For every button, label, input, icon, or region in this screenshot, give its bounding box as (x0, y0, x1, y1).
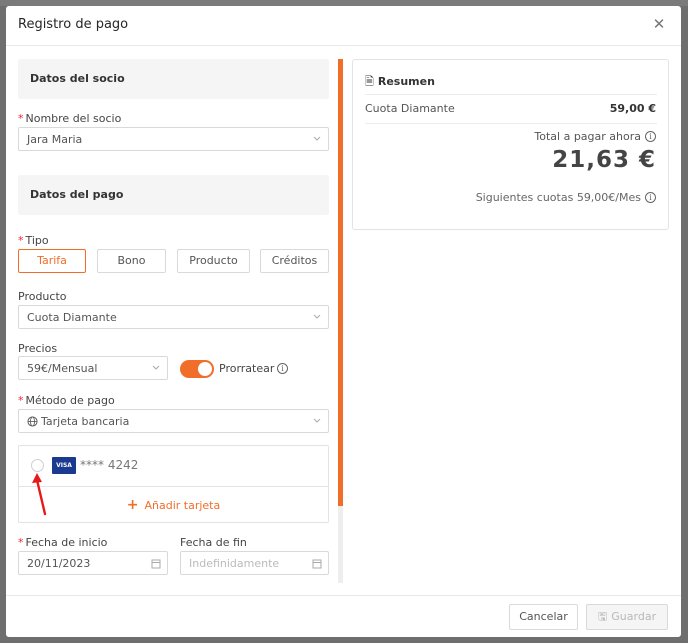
payment-form: Datos del socio * Nombre del socio Jara M… (18, 59, 329, 586)
divider (365, 123, 657, 124)
cancel-button[interactable]: Cancelar (509, 604, 578, 630)
member-select-value: Jara Maria (27, 133, 83, 146)
product-select-value: Cuota Diamante (27, 311, 117, 324)
close-icon[interactable]: ✕ (649, 14, 669, 34)
payment-method-select[interactable]: Tarjeta bancaria (18, 409, 329, 433)
info-icon[interactable]: i (277, 363, 288, 374)
annotation-arrow (32, 473, 47, 516)
info-icon[interactable]: i (645, 131, 656, 142)
visa-icon: VISA (52, 457, 76, 474)
divider (365, 94, 657, 95)
save-button[interactable]: 🖫 Guardar (586, 604, 668, 630)
summary-line-value: 59,00 € (609, 102, 656, 115)
payment-modal: Registro de pago ✕ Datos del socio * Nomb… (6, 6, 681, 637)
payment-section-title: Datos del pago (30, 188, 124, 201)
prorate-toggle[interactable] (180, 360, 214, 378)
product-label: Producto (18, 290, 67, 303)
add-card-label: Añadir tarjeta (144, 499, 221, 512)
start-date-label: * Fecha de inicio (18, 536, 108, 549)
member-section-title: Datos del socio (30, 72, 125, 85)
type-producto-button[interactable]: Producto (177, 249, 250, 273)
type-selector: Tarifa Bono Producto Créditos (18, 249, 329, 273)
next-fees-text: Siguientes cuotas 59,00€/Mes (475, 191, 641, 204)
save-label: Guardar (611, 610, 657, 623)
chevron-down-icon (313, 418, 321, 423)
required-marker: * (18, 394, 24, 407)
summary-line-label: Cuota Diamante (365, 102, 455, 115)
chevron-down-icon (313, 314, 321, 319)
end-date-label: Fecha de fin (180, 536, 247, 549)
type-label: * Tipo (18, 234, 49, 247)
modal-title: Registro de pago (18, 17, 129, 32)
card-list: VISA **** 4242 + Añadir tarjeta (18, 445, 329, 523)
type-bono-button[interactable]: Bono (97, 249, 166, 273)
start-date-value: 20/11/2023 (27, 557, 91, 570)
prices-label: Precios (18, 342, 58, 355)
toggle-knob (198, 362, 212, 376)
payment-section-header: Datos del pago (18, 175, 329, 215)
chevron-down-icon (313, 136, 321, 141)
prices-select-value: 59€/Mensual (27, 362, 98, 375)
summary-title: 🗎 Resumen (365, 75, 435, 88)
member-section-header: Datos del socio (18, 59, 329, 99)
card-number: **** 4242 (80, 458, 139, 472)
required-marker: * (18, 234, 24, 247)
prices-select[interactable]: 59€/Mensual (18, 356, 168, 380)
scrollbar-thumb[interactable] (338, 59, 343, 506)
plus-icon: + (126, 497, 139, 513)
start-date-input[interactable]: 20/11/2023 (18, 551, 168, 575)
document-icon: 🗎 (365, 75, 374, 88)
product-select[interactable]: Cuota Diamante (18, 305, 329, 329)
total-label: Total a pagar ahora (534, 130, 641, 143)
calendar-icon (151, 559, 161, 569)
type-tarifa-button[interactable]: Tarifa (18, 249, 86, 273)
summary-panel: 🗎 Resumen Cuota Diamante 59,00 € Total a … (352, 59, 669, 230)
add-card-button[interactable]: + Añadir tarjeta (19, 487, 328, 523)
prorate-label: Prorratear (219, 362, 275, 375)
end-date-placeholder: Indefinidamente (189, 557, 280, 570)
calendar-icon (312, 559, 322, 569)
member-label: * Nombre del socio (18, 112, 122, 125)
chevron-down-icon (152, 365, 160, 370)
payment-method-value: Tarjeta bancaria (41, 415, 130, 428)
payment-method-label: * Método de pago (18, 394, 115, 407)
required-marker: * (18, 536, 24, 549)
member-select[interactable]: Jara Maria (18, 127, 329, 151)
end-date-input[interactable]: Indefinidamente (180, 551, 329, 575)
globe-icon (27, 416, 38, 427)
modal-footer: Cancelar 🖫 Guardar (6, 595, 681, 637)
total-amount: 21,63 € (552, 147, 656, 173)
save-icon: 🖫 (597, 610, 608, 623)
info-icon[interactable]: i (645, 192, 656, 203)
required-marker: * (18, 112, 24, 125)
type-creditos-button[interactable]: Créditos (260, 249, 329, 273)
saved-card-row[interactable]: VISA **** 4242 (19, 446, 328, 487)
modal-header: Registro de pago ✕ (6, 6, 681, 46)
